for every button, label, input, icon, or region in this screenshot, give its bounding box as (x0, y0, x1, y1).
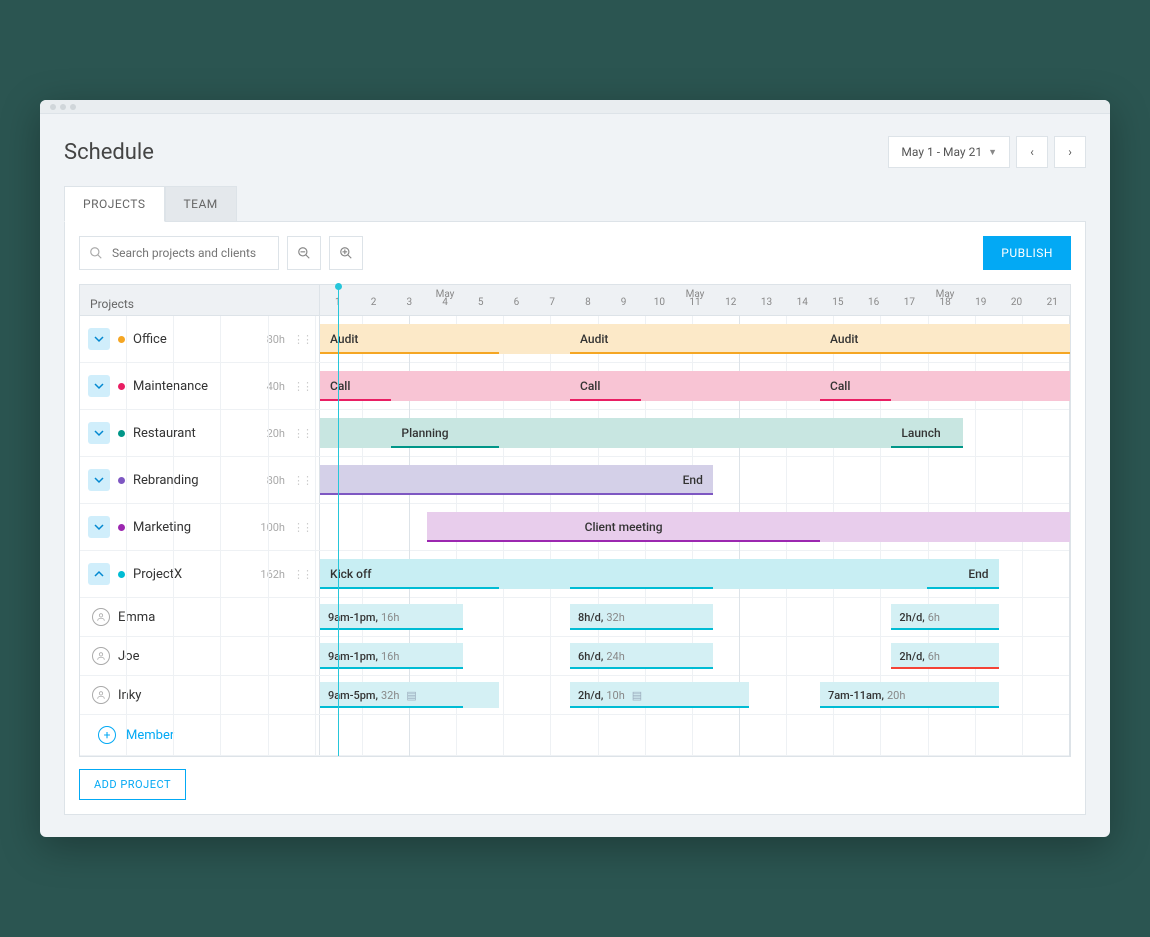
project-hours: 100h (260, 521, 285, 534)
drag-handle-icon[interactable]: ⋮⋮ (293, 474, 311, 487)
day-header: 8 (570, 297, 606, 312)
drag-handle-icon[interactable]: ⋮⋮ (293, 568, 311, 581)
day-header: 14 (784, 297, 820, 312)
row-name: ProjectX (133, 567, 252, 582)
user-icon (92, 608, 110, 626)
assignment-bar[interactable]: 9am-1pm,16h (320, 604, 463, 630)
caret-down-icon: ▼ (988, 147, 997, 158)
publish-button[interactable]: PUBLISH (983, 236, 1071, 270)
search-input[interactable] (79, 236, 279, 270)
milestone-label[interactable]: Planning (391, 418, 498, 448)
day-header: 17 (892, 297, 928, 312)
assignment-bar[interactable]: 8h/d,32h (570, 604, 713, 630)
note-icon: ▤ (406, 689, 416, 702)
assignment-bar[interactable]: 2h/d,6h (891, 643, 998, 669)
add-member-button[interactable]: +Member (88, 716, 184, 754)
day-header: 15 (820, 297, 856, 312)
project-color-dot (118, 524, 125, 531)
add-project-button[interactable]: ADD PROJECT (79, 769, 186, 800)
milestone-label[interactable]: Call (570, 371, 641, 401)
row-name: Restaurant (133, 426, 259, 441)
day-header: 19 (963, 297, 999, 312)
project-color-dot (118, 336, 125, 343)
milestone-label[interactable]: Client meeting (427, 512, 820, 542)
plus-icon: + (98, 726, 116, 744)
tab-team[interactable]: TEAM (165, 186, 237, 221)
project-hours: 20h (267, 427, 285, 440)
day-header: 21 (1034, 297, 1070, 312)
project-color-dot (118, 477, 125, 484)
assignment-bar[interactable]: 7am-11am,20h (820, 682, 999, 708)
day-header: 10 (641, 297, 677, 312)
day-header: 5 (463, 297, 499, 312)
user-icon (92, 686, 110, 704)
search-icon (89, 245, 103, 264)
row-name: Joe (118, 649, 311, 664)
milestone-label[interactable]: Launch (891, 418, 962, 448)
row-name: Emma (118, 610, 311, 625)
next-button[interactable]: › (1054, 136, 1086, 168)
chevron-right-icon: › (1068, 145, 1072, 159)
note-icon: ▤ (632, 689, 642, 702)
expand-button[interactable] (88, 422, 110, 444)
project-hours: 162h (260, 568, 285, 581)
milestone-label[interactable]: End (320, 465, 713, 495)
row-name: Maintenance (133, 379, 259, 394)
day-header: 7 (534, 297, 570, 312)
milestone-label[interactable]: Call (820, 371, 891, 401)
chevron-left-icon: ‹ (1030, 145, 1034, 159)
today-marker (338, 286, 339, 756)
row-name: Office (133, 332, 259, 347)
milestone-label[interactable]: Audit (820, 324, 1070, 354)
assignment-bar[interactable]: 2h/d,10h▤ (570, 682, 749, 708)
milestone-label[interactable]: Audit (320, 324, 499, 354)
project-color-dot (118, 430, 125, 437)
expand-button[interactable] (88, 516, 110, 538)
day-header: 20 (999, 297, 1035, 312)
window-titlebar (40, 100, 1110, 114)
milestone-label[interactable]: Kick off (320, 559, 499, 589)
row-name: Rebranding (133, 473, 259, 488)
project-hours: 80h (267, 474, 285, 487)
day-header: 6 (499, 297, 535, 312)
drag-handle-icon[interactable]: ⋮⋮ (293, 333, 311, 346)
collapse-button[interactable] (88, 563, 110, 585)
milestone-label[interactable]: End (927, 559, 998, 589)
expand-button[interactable] (88, 469, 110, 491)
row-name: Marketing (133, 520, 252, 535)
zoom-out-button[interactable] (287, 236, 321, 270)
tab-projects[interactable]: PROJECTS (64, 186, 165, 222)
day-header: 3 (391, 297, 427, 312)
day-header: 13 (749, 297, 785, 312)
day-header: 16 (856, 297, 892, 312)
zoom-in-button[interactable] (329, 236, 363, 270)
page-title: Schedule (64, 140, 154, 165)
assignment-bar[interactable]: 9am-1pm,16h (320, 643, 463, 669)
project-hours: 80h (267, 333, 285, 346)
project-hours: 40h (267, 380, 285, 393)
drag-handle-icon[interactable]: ⋮⋮ (293, 380, 311, 393)
expand-button[interactable] (88, 328, 110, 350)
project-span[interactable] (320, 371, 1070, 401)
expand-button[interactable] (88, 375, 110, 397)
project-color-dot (118, 383, 125, 390)
prev-button[interactable]: ‹ (1016, 136, 1048, 168)
assignment-bar[interactable]: 2h/d,6h (891, 604, 998, 630)
drag-handle-icon[interactable]: ⋮⋮ (293, 427, 311, 440)
milestone-label[interactable]: Call (320, 371, 391, 401)
date-range-picker[interactable]: May 1 - May 21▼ (888, 136, 1010, 168)
assignment-bar[interactable]: 6h/d,24h (570, 643, 713, 669)
day-header: 12 (713, 297, 749, 312)
milestone-label[interactable]: Audit (570, 324, 820, 354)
user-icon (92, 647, 110, 665)
projects-column-header: Projects (80, 285, 319, 315)
assignment-bar[interactable]: 9am-5pm,32h▤ (320, 682, 499, 708)
project-color-dot (118, 571, 125, 578)
row-name: Inky (118, 688, 311, 703)
day-header: 2 (356, 297, 392, 312)
drag-handle-icon[interactable]: ⋮⋮ (293, 521, 311, 534)
day-header: 9 (606, 297, 642, 312)
